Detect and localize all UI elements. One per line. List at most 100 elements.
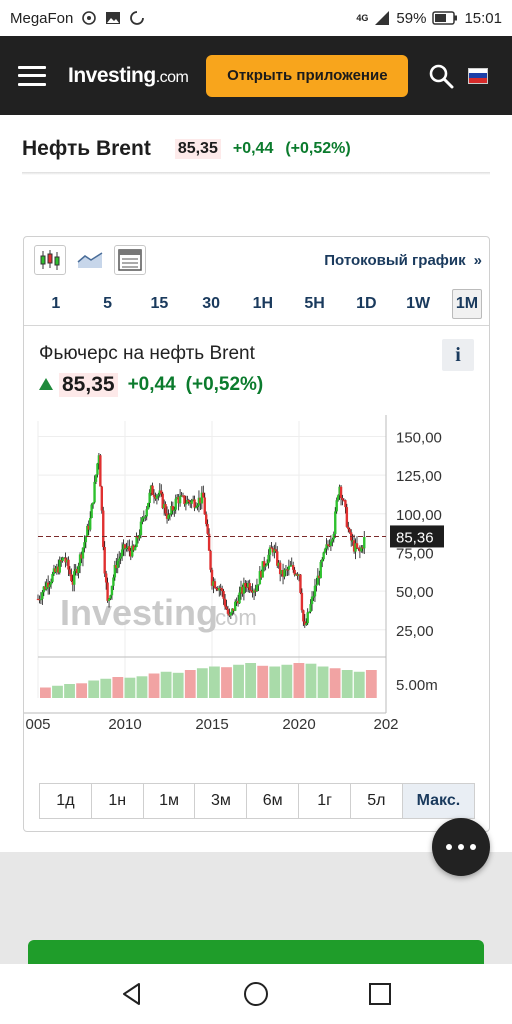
- candle-body: [329, 541, 333, 546]
- candle-body: [103, 546, 106, 574]
- candle-body: [336, 495, 340, 501]
- candle-body: [104, 573, 108, 583]
- range-1d-button[interactable]: 1д: [40, 784, 92, 818]
- candle-body: [205, 514, 208, 525]
- candle-body: [229, 612, 233, 616]
- candle-body: [265, 563, 269, 566]
- candlestick-icon: [40, 250, 60, 270]
- candle-body: [299, 574, 302, 593]
- range-6m-button[interactable]: 6м: [247, 784, 300, 818]
- volume-bar: [40, 687, 51, 698]
- search-icon[interactable]: [428, 63, 454, 89]
- instrument-price: 85,35: [174, 139, 221, 159]
- range-1m-button[interactable]: 1м: [143, 784, 196, 818]
- double-chevron-right-icon: »: [473, 251, 482, 269]
- volume-bar: [293, 663, 305, 698]
- candle-body: [222, 591, 225, 599]
- candle-body: [293, 569, 296, 575]
- candle-body: [363, 536, 366, 549]
- interval-5h[interactable]: 5H: [289, 295, 341, 313]
- candle-body: [116, 560, 119, 568]
- interval-1[interactable]: 1: [30, 295, 82, 313]
- candle-body: [51, 574, 54, 582]
- candle-body: [300, 592, 304, 611]
- table-view-button[interactable]: [114, 245, 146, 275]
- candlestick-chart-button[interactable]: [34, 245, 66, 275]
- interval-1d[interactable]: 1D: [341, 295, 393, 313]
- candle-body: [184, 503, 188, 505]
- menu-icon[interactable]: [18, 65, 46, 86]
- candle-body: [147, 503, 150, 510]
- candle-body: [128, 546, 131, 551]
- header-divider: [22, 172, 490, 175]
- candle-body: [226, 609, 230, 614]
- volume-bar: [184, 670, 196, 698]
- candle-body: [355, 543, 359, 548]
- status-bar: MegaFon 4G 59% 15:01: [0, 0, 512, 36]
- site-logo[interactable]: Investing.com: [68, 63, 189, 88]
- home-icon[interactable]: [242, 980, 270, 1008]
- candle-body: [91, 502, 95, 505]
- dot-icon: [458, 844, 464, 850]
- russia-flag-icon[interactable]: [468, 67, 489, 84]
- clock: 15:01: [464, 9, 502, 27]
- candle-body: [206, 524, 209, 534]
- recents-icon[interactable]: [367, 981, 393, 1007]
- info-button[interactable]: i: [442, 339, 474, 371]
- candle-body: [178, 496, 182, 504]
- interval-15[interactable]: 15: [134, 295, 186, 313]
- volume-bar: [341, 670, 353, 698]
- range-1y-button[interactable]: 1г: [299, 784, 351, 818]
- candle-body: [334, 511, 337, 534]
- range-5y-button[interactable]: 5л: [350, 784, 403, 818]
- candle-body: [309, 604, 312, 612]
- more-options-button[interactable]: [432, 818, 490, 876]
- candle-body: [335, 500, 338, 512]
- candle-body: [81, 547, 85, 559]
- range-max-button[interactable]: Макс.: [402, 784, 474, 818]
- candle-body: [120, 549, 124, 557]
- dot-icon: [446, 844, 452, 850]
- candle-body: [196, 505, 199, 508]
- open-app-button[interactable]: Открыть приложение: [206, 54, 409, 97]
- back-icon[interactable]: [119, 981, 145, 1007]
- candle-body: [244, 583, 247, 587]
- candle-body: [99, 455, 102, 487]
- y-tick-label: 75,00: [396, 545, 434, 562]
- candle-body: [194, 507, 198, 509]
- streaming-chart-link[interactable]: Потоковый график »: [324, 252, 482, 269]
- volume-bar: [281, 664, 293, 698]
- candle-body: [139, 521, 143, 536]
- candle-body: [125, 547, 128, 550]
- hotspot-icon: [82, 11, 97, 25]
- candle-body: [77, 565, 80, 574]
- streaming-chart-label: Потоковый график: [324, 251, 466, 269]
- interval-1w[interactable]: 1W: [392, 295, 444, 313]
- logo-text: Investing: [68, 63, 156, 87]
- range-3m-button[interactable]: 3м: [195, 784, 248, 818]
- interval-30[interactable]: 30: [185, 295, 237, 313]
- candle-body: [302, 610, 305, 622]
- candle-body: [257, 584, 260, 586]
- range-1w-button[interactable]: 1н: [91, 784, 144, 818]
- volume-bar: [136, 676, 148, 698]
- candle-body: [348, 529, 351, 533]
- volume-bar: [76, 683, 88, 698]
- volume-bar: [221, 667, 232, 698]
- interval-5[interactable]: 5: [82, 295, 134, 313]
- candle-body: [193, 499, 196, 508]
- area-chart-button[interactable]: [74, 245, 106, 275]
- volume-scale-label: 5.00m: [396, 677, 438, 694]
- price-chart[interactable]: Investing .com 150,00125,00100,0075,0050…: [24, 413, 489, 733]
- candle-body: [190, 500, 193, 504]
- candle-body: [157, 494, 160, 496]
- interval-1h[interactable]: 1H: [237, 295, 289, 313]
- candle-body: [274, 549, 277, 552]
- interval-1m[interactable]: 1M: [452, 289, 482, 319]
- candle-body: [109, 595, 112, 599]
- volume-bar: [233, 664, 244, 698]
- candle-body: [94, 474, 98, 482]
- candle-body: [160, 490, 163, 494]
- volume-bar: [365, 670, 377, 698]
- candle-body: [73, 571, 76, 585]
